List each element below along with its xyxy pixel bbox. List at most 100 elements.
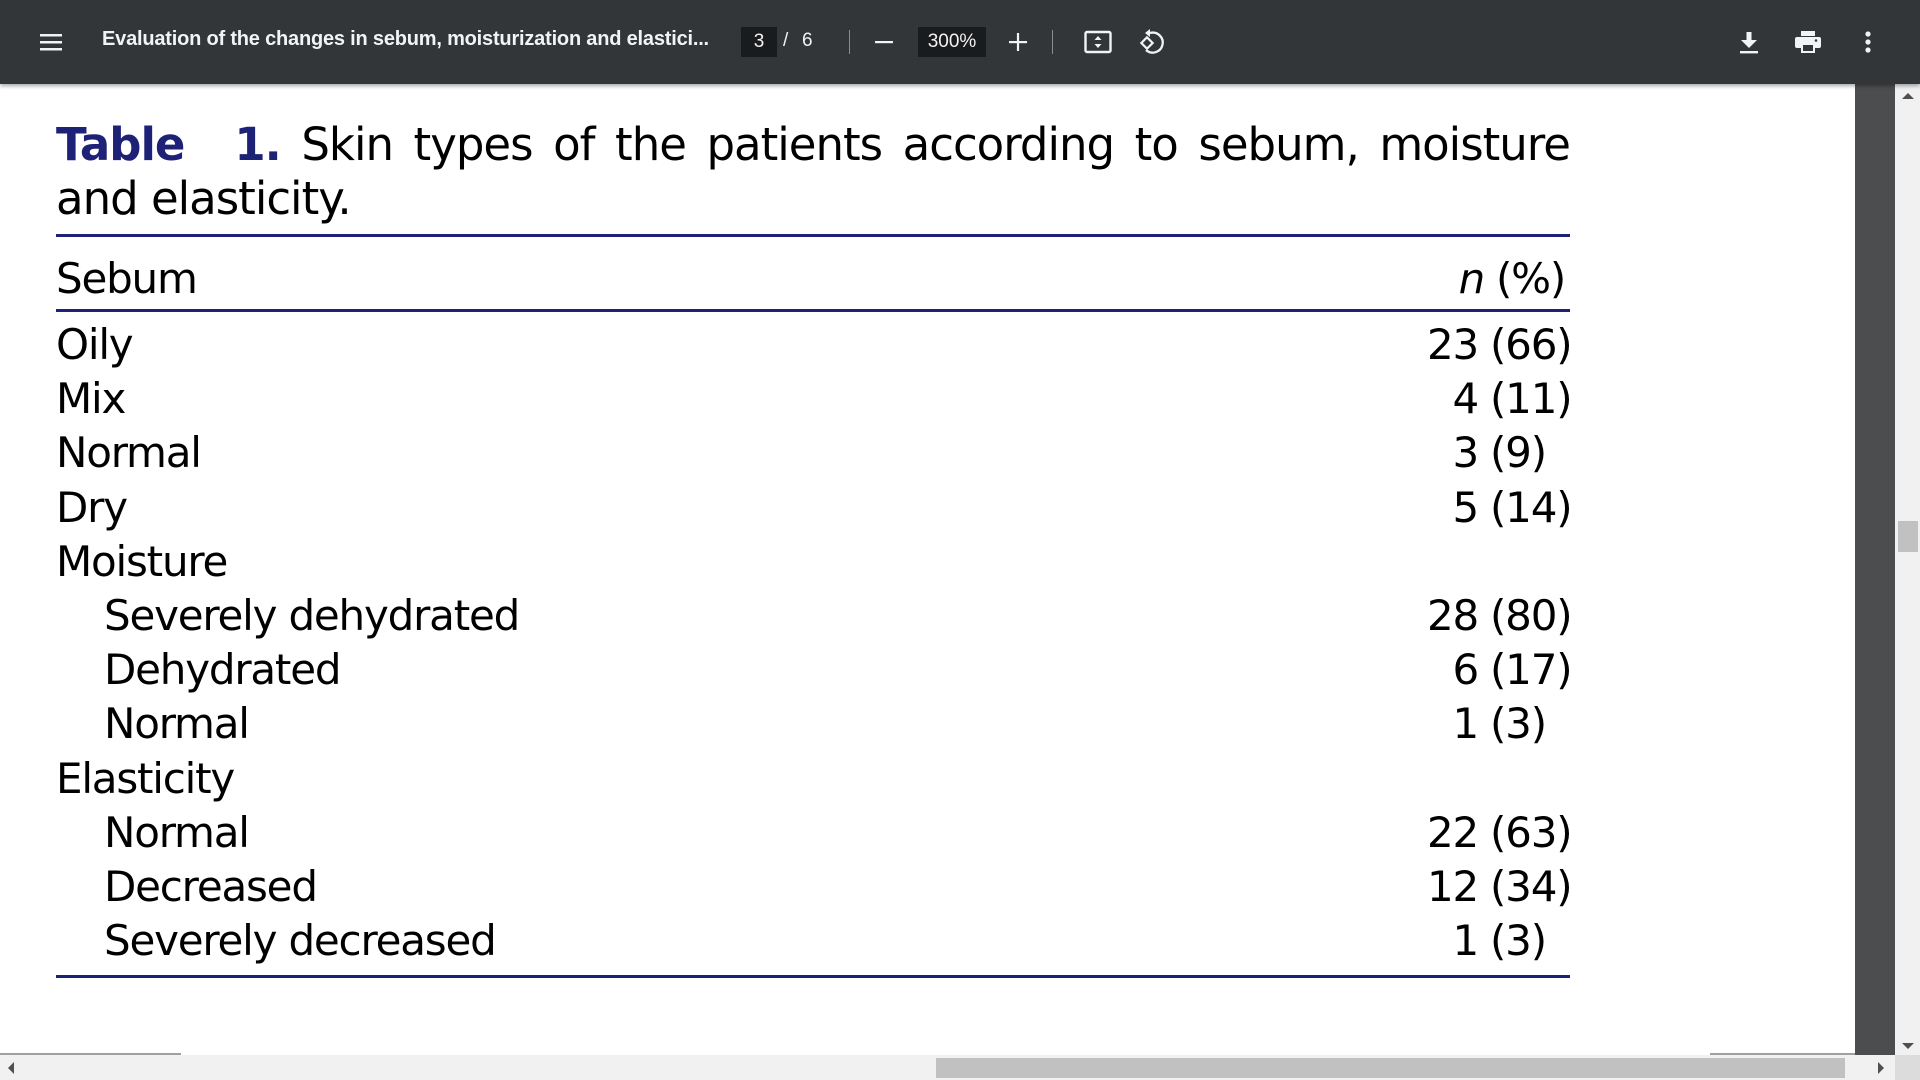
table-caption: Table 1. Skin types of the patients acco… bbox=[56, 118, 1571, 226]
table-row: Dehydrated 6 (17) bbox=[56, 643, 1573, 697]
row-pct: (63) bbox=[1490, 807, 1573, 857]
table-row: Normal 3 (9) bbox=[56, 426, 1570, 480]
scroll-up-arrow-icon[interactable] bbox=[1902, 93, 1914, 99]
row-n: 28 bbox=[1426, 591, 1479, 640]
print-button[interactable] bbox=[1793, 28, 1823, 56]
table-row: Severely dehydrated 28 (80) bbox=[56, 589, 1573, 643]
caption-line-1: Table 1. Skin types of the patients acco… bbox=[56, 118, 1571, 172]
row-pct: (11) bbox=[1490, 374, 1573, 424]
row-pct: (17) bbox=[1490, 645, 1573, 695]
row-pct: (34) bbox=[1490, 862, 1573, 911]
header-n: n bbox=[1458, 254, 1486, 303]
table-row: Moisture bbox=[56, 535, 1570, 589]
row-value: 28 (80) bbox=[1412, 589, 1573, 643]
table-row: Oily 23 (66) bbox=[56, 318, 1573, 372]
caption-label: Table 1. bbox=[56, 118, 282, 171]
row-pct: (14) bbox=[1490, 482, 1573, 532]
caption-line-2: and elasticity. bbox=[56, 172, 352, 225]
header-n-pct: n (%) bbox=[1418, 252, 1567, 306]
more-options-button[interactable] bbox=[1856, 28, 1880, 56]
rotate-counterclockwise-icon bbox=[1139, 29, 1164, 54]
row-label: Severely decreased bbox=[104, 916, 497, 966]
row-n: 5 bbox=[1452, 482, 1479, 532]
fit-to-page-button[interactable] bbox=[1083, 29, 1113, 55]
current-page-input[interactable]: 3 bbox=[741, 27, 777, 57]
row-value: 4 (11) bbox=[1412, 372, 1573, 426]
document-title: Evaluation of the changes in sebum, mois… bbox=[102, 28, 709, 50]
table-row: Normal 22 (63) bbox=[56, 806, 1573, 860]
table-header-rule bbox=[56, 309, 1570, 312]
row-pct: (66) bbox=[1490, 320, 1573, 369]
table-row: Severely decreased 1 (3) bbox=[56, 914, 1570, 968]
zoom-in-button[interactable] bbox=[1006, 30, 1030, 54]
row-value: 6 (17) bbox=[1412, 643, 1573, 697]
row-label: Normal bbox=[56, 428, 202, 478]
scrollbar-corner bbox=[1895, 1055, 1920, 1080]
row-value: 5 (14) bbox=[1412, 481, 1573, 535]
table-row: Decreased 12 (34) bbox=[56, 860, 1573, 914]
table-row: Mix 4 (11) bbox=[56, 372, 1573, 426]
horizontal-scrollbar-thumb[interactable] bbox=[936, 1058, 1845, 1078]
scroll-down-arrow-icon[interactable] bbox=[1902, 1043, 1914, 1049]
row-label: Dry bbox=[56, 482, 128, 532]
row-n: 22 bbox=[1426, 807, 1479, 857]
zoom-level-input[interactable]: 300% bbox=[918, 27, 986, 57]
table-row: Dry 5 (14) bbox=[56, 481, 1573, 535]
row-pct: (80) bbox=[1490, 591, 1573, 640]
page-separator: / bbox=[783, 30, 789, 51]
plus-icon bbox=[1009, 33, 1027, 51]
table-row: Elasticity bbox=[56, 752, 1570, 806]
fit-to-page-icon bbox=[1084, 30, 1112, 54]
row-n: 3 bbox=[1452, 428, 1479, 478]
row-label: Dehydrated bbox=[104, 645, 341, 695]
hamburger-menu-icon[interactable] bbox=[36, 28, 66, 56]
print-icon bbox=[1795, 31, 1821, 53]
row-pct: (3) bbox=[1490, 916, 1547, 966]
row-n: 6 bbox=[1452, 645, 1479, 695]
caption-text: Skin types of the patients according to … bbox=[301, 118, 1571, 171]
row-value: 3 (9) bbox=[1412, 426, 1570, 480]
row-n: 23 bbox=[1426, 320, 1479, 369]
row-pct: (3) bbox=[1490, 699, 1547, 749]
table-bottom-rule bbox=[56, 975, 1570, 978]
horizontal-scrollbar[interactable] bbox=[0, 1055, 1920, 1080]
minus-icon bbox=[875, 41, 893, 44]
total-pages: 6 bbox=[802, 30, 813, 51]
zoom-out-button[interactable] bbox=[872, 30, 896, 54]
row-label: Normal bbox=[104, 699, 250, 749]
rotate-button[interactable] bbox=[1137, 27, 1167, 57]
row-value: 22 (63) bbox=[1412, 806, 1573, 860]
download-button[interactable] bbox=[1735, 28, 1763, 56]
table-top-rule bbox=[56, 234, 1570, 237]
header-pct: (%) bbox=[1496, 254, 1566, 303]
row-value: 23 (66) bbox=[1412, 318, 1573, 372]
row-value: 1 (3) bbox=[1412, 914, 1570, 968]
row-label: Mix bbox=[56, 374, 126, 424]
vertical-scrollbar[interactable] bbox=[1895, 84, 1920, 1055]
row-label: Decreased bbox=[104, 862, 318, 911]
table-header-row: Sebum n (%) bbox=[56, 252, 1570, 306]
row-n: 4 bbox=[1452, 374, 1479, 424]
toolbar-divider bbox=[1052, 30, 1053, 54]
row-label: Severely dehydrated bbox=[104, 591, 520, 640]
scroll-left-arrow-icon[interactable] bbox=[8, 1062, 14, 1074]
row-label: Oily bbox=[56, 320, 134, 369]
row-pct: (9) bbox=[1490, 428, 1547, 478]
table-row: Normal 1 (3) bbox=[56, 697, 1570, 751]
row-value: 12 (34) bbox=[1412, 860, 1573, 914]
row-value: 1 (3) bbox=[1412, 697, 1570, 751]
row-n: 12 bbox=[1426, 862, 1479, 911]
toolbar-divider bbox=[849, 30, 850, 54]
viewer-background bbox=[1855, 84, 1895, 1055]
row-label: Normal bbox=[104, 807, 250, 857]
pdf-toolbar: Evaluation of the changes in sebum, mois… bbox=[0, 0, 1920, 84]
download-icon bbox=[1740, 32, 1758, 54]
row-label: Moisture bbox=[56, 536, 228, 586]
row-n: 1 bbox=[1452, 699, 1479, 749]
row-label: Elasticity bbox=[56, 753, 235, 803]
more-vertical-icon bbox=[1865, 31, 1871, 53]
header-category: Sebum bbox=[56, 254, 198, 303]
scroll-right-arrow-icon[interactable] bbox=[1878, 1062, 1884, 1074]
row-n: 1 bbox=[1452, 916, 1479, 966]
vertical-scrollbar-thumb[interactable] bbox=[1898, 521, 1918, 552]
